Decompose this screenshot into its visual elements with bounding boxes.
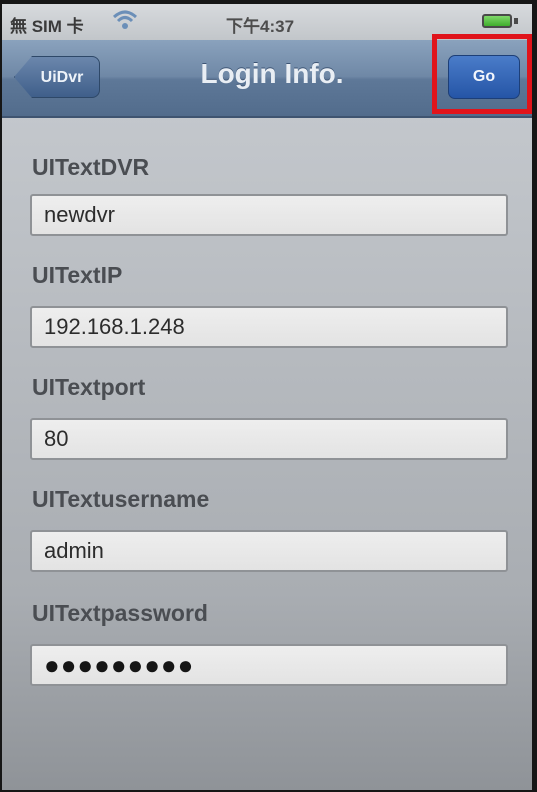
password-label: UITextpassword — [32, 600, 208, 626]
port-field[interactable]: 80 — [30, 418, 508, 460]
dvr-name-field[interactable]: newdvr — [30, 194, 508, 236]
page-title: Login Info. — [200, 58, 344, 89]
battery-tip — [514, 18, 518, 24]
port-label: UITextport — [32, 374, 146, 400]
username-label: UITextusername — [32, 486, 210, 512]
wifi-icon — [112, 10, 138, 29]
carrier-label: 無 SIM 卡 — [10, 17, 84, 36]
ip-label: UITextIP — [32, 262, 123, 288]
dvr-label: UITextDVR — [32, 154, 150, 180]
password-field[interactable]: ●●●●●●●●● — [30, 644, 508, 686]
battery-icon — [482, 14, 512, 28]
ip-address-field[interactable]: 192.168.1.248 — [30, 306, 508, 348]
username-field[interactable]: admin — [30, 530, 508, 572]
status-time: 下午4:37 — [226, 17, 295, 36]
phone-frame: 無 SIM 卡 下午4:37 UiDvr Login Info. Go UITe… — [0, 0, 537, 792]
go-button-highlight — [432, 34, 532, 114]
back-button[interactable]: UiDvr — [14, 56, 100, 98]
app-screen: 無 SIM 卡 下午4:37 UiDvr Login Info. Go UITe… — [2, 4, 532, 790]
